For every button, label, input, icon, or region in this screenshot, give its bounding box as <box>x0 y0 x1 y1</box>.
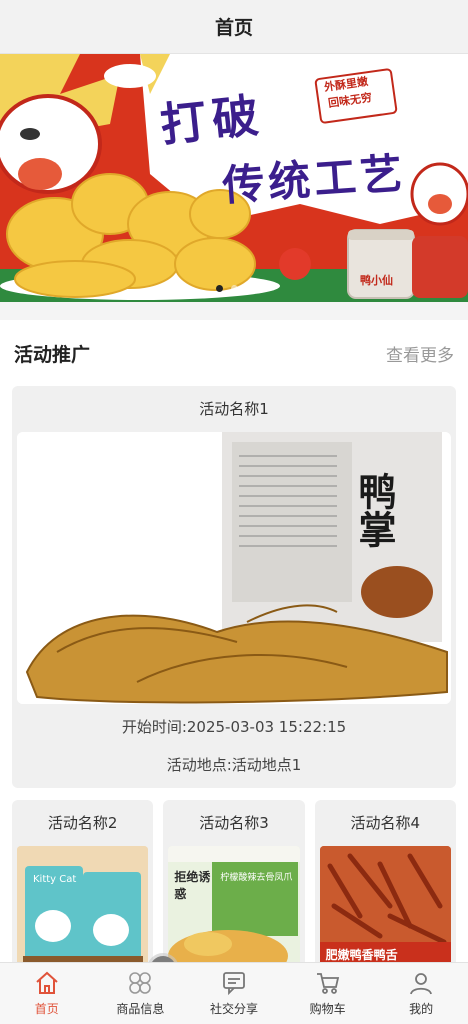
activity-start-time: 开始时间:2025-03-03 15:22:15 <box>121 718 347 736</box>
tab-products[interactable]: 商品信息 <box>94 963 188 1024</box>
activity-name: 活动名称2 <box>47 814 118 832</box>
activity-card-featured[interactable]: 活动名称1 鸭掌 开始时间:2025-03-03 15:22:15 活动地点:活… <box>12 386 456 788</box>
activity-card[interactable]: 活动名称3 拒绝诱惑 柠檬酸辣去骨凤爪 <box>163 800 305 980</box>
grid-icon <box>127 970 153 996</box>
tab-social[interactable]: 社交分享 <box>187 963 281 1024</box>
package-subtext: 柠檬酸辣去骨凤爪 <box>220 873 293 883</box>
view-more-link[interactable]: 查看更多 <box>386 341 456 366</box>
carousel-dot[interactable] <box>215 285 223 292</box>
banner-headline-2: 传统工艺 <box>220 148 408 211</box>
package-text: 鸭掌 <box>352 472 396 548</box>
home-icon <box>34 970 60 996</box>
bottom-tab-bar: 首页 商品信息 社交分享 购物车 我的 <box>0 962 468 1024</box>
carousel-dot[interactable] <box>245 285 253 292</box>
promo-header: 活动推广 查看更多 <box>12 320 456 386</box>
activity-card[interactable]: 活动名称2 Kitty Cat <box>12 800 154 980</box>
tab-label: 社交分享 <box>209 1002 258 1016</box>
carousel-indicators <box>0 285 468 292</box>
activity-card-row: 活动名称2 Kitty Cat 活动名称3 拒绝诱惑 柠檬酸辣去骨凤爪 活动名称… <box>12 800 456 980</box>
activity-name: 活动名称4 <box>350 814 421 832</box>
activity-location: 活动地点:活动地点1 <box>166 756 302 774</box>
tab-label: 首页 <box>34 1002 59 1016</box>
page-title: 首页 <box>214 17 253 39</box>
package-text: 肥嫩鸭香鸭舌 <box>325 948 398 962</box>
cart-icon <box>315 970 341 996</box>
top-bar: 首页 <box>0 0 468 54</box>
activity-name: 活动名称3 <box>199 814 269 832</box>
carousel-dot[interactable] <box>230 285 238 292</box>
activity-name: 活动名称1 <box>199 400 269 418</box>
activity-card[interactable]: 活动名称4 肥嫩鸭香鸭舌 <box>314 800 456 980</box>
package-text: 拒绝诱惑 <box>174 870 211 901</box>
tab-profile[interactable]: 我的 <box>374 963 468 1024</box>
banner-carousel[interactable]: 打破 传统工艺 外酥里嫩 回味无穷 鸭小仙 <box>0 54 468 302</box>
tab-label: 我的 <box>409 1002 434 1016</box>
activity-image: Kitty Cat <box>17 846 149 976</box>
activity-image: 鸭掌 <box>17 432 451 704</box>
banner-headline-1: 打破 <box>157 87 267 153</box>
tab-label: 商品信息 <box>116 1002 165 1016</box>
activity-image: 肥嫩鸭香鸭舌 <box>319 846 451 976</box>
activity-image: 拒绝诱惑 柠檬酸辣去骨凤爪 <box>168 846 300 976</box>
tab-cart[interactable]: 购物车 <box>281 963 375 1024</box>
user-icon <box>408 970 434 996</box>
tab-label: 购物车 <box>309 1002 346 1016</box>
promo-section: 活动推广 查看更多 活动名称1 鸭掌 开始时间:2025-03-03 15:22… <box>0 320 468 1010</box>
section-title: 活动推广 <box>14 343 91 366</box>
package-text: Kitty Cat <box>33 874 77 885</box>
chat-icon <box>221 970 247 996</box>
tab-home[interactable]: 首页 <box>0 963 94 1024</box>
